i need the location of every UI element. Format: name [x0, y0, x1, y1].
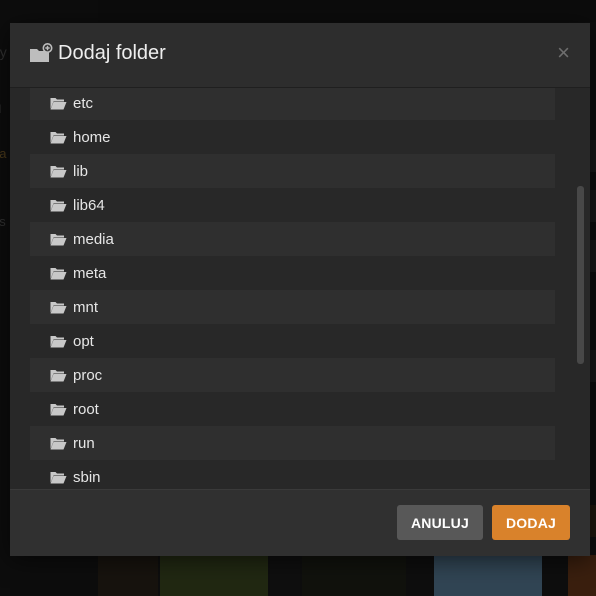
add-button[interactable]: DODAJ [492, 505, 570, 540]
close-icon[interactable]: × [557, 39, 570, 67]
folder-list-scrollbar[interactable] [577, 119, 586, 518]
folder-item[interactable]: home [30, 120, 555, 154]
folder-label: lib64 [73, 196, 105, 214]
folder-label: etc [73, 94, 94, 112]
folder-label: sbin [73, 468, 101, 486]
folder-label: home [73, 128, 111, 146]
dialog-header: Dodaj folder × [10, 23, 590, 88]
folder-item[interactable]: meta [30, 256, 555, 290]
folder-list: etc home lib lib64 media meta mnt opt proc root ru… [30, 88, 555, 489]
folder-item[interactable]: opt [30, 324, 555, 358]
add-folder-dialog: Dodaj folder × etc home lib lib64 media meta m… [10, 23, 590, 556]
folder-open-icon [50, 436, 67, 450]
folder-open-icon [50, 96, 67, 110]
folder-item[interactable]: run [30, 426, 555, 460]
folder-item[interactable]: lib [30, 154, 555, 188]
scrollbar-thumb[interactable] [577, 186, 584, 364]
cancel-button[interactable]: ANULUJ [397, 505, 483, 540]
folder-label: media [73, 230, 114, 248]
folder-open-icon [50, 232, 67, 246]
folder-item[interactable]: etc [30, 88, 555, 120]
folder-open-icon [50, 300, 67, 314]
dialog-footer: ANULUJ DODAJ [10, 489, 590, 556]
folder-open-icon [50, 402, 67, 416]
folder-item[interactable]: lib64 [30, 188, 555, 222]
folder-label: lib [73, 162, 89, 180]
add-folder-icon [29, 43, 53, 65]
folder-label: opt [73, 332, 94, 350]
folder-label: run [73, 434, 95, 452]
folder-label: meta [73, 264, 107, 282]
dialog-title: Dodaj folder [58, 42, 166, 64]
folder-open-icon [50, 470, 67, 484]
folder-label: mnt [73, 298, 99, 316]
folder-open-icon [50, 266, 67, 280]
folder-item[interactable]: media [30, 222, 555, 256]
folder-item[interactable]: sbin [30, 460, 555, 489]
folder-label: proc [73, 366, 103, 384]
folder-open-icon [50, 198, 67, 212]
folder-open-icon [50, 130, 67, 144]
folder-item[interactable]: root [30, 392, 555, 426]
folder-item[interactable]: mnt [30, 290, 555, 324]
folder-label: root [73, 400, 99, 418]
folder-open-icon [50, 368, 67, 382]
folder-open-icon [50, 164, 67, 178]
folder-browser[interactable]: etc home lib lib64 media meta mnt opt proc root ru… [10, 88, 590, 489]
folder-open-icon [50, 334, 67, 348]
folder-item[interactable]: proc [30, 358, 555, 392]
